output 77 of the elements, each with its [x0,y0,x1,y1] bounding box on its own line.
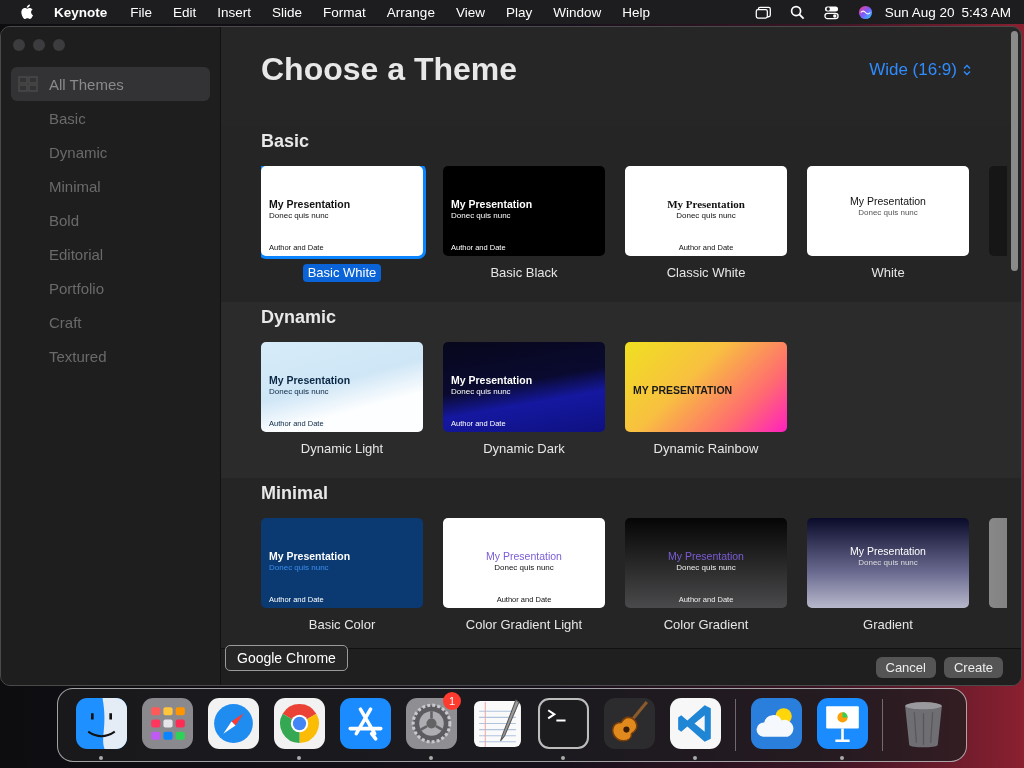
create-button[interactable]: Create [943,656,1003,678]
theme-thumbnail[interactable]: MY PRESENTATION [622,342,790,435]
slide-title: My Presentation [850,545,926,557]
theme-name[interactable]: Classic White [661,264,751,282]
slide-subtitle: Donec quis nunc [858,558,918,567]
slide-subtitle: Donec quis nunc [494,563,554,572]
menu-item[interactable]: Insert [217,4,252,20]
slide-title: MY PRESENTATION [633,383,734,396]
menu-item[interactable]: Edit [173,4,197,20]
menu-item[interactable]: Format [323,4,366,20]
section-heading: Dynamic [261,306,338,328]
presentation-icon[interactable] [816,698,868,749]
theme-name[interactable]: Color Gradient Light [460,616,588,634]
slide-subtitle: Donec quis nunc [451,387,512,396]
theme-name[interactable]: Gradient [858,616,918,634]
slide-subtitle: Donec quis nunc [676,211,736,220]
slide-title: My Presentation [269,550,352,562]
code-editor-icon[interactable] [669,698,721,749]
slide-subtitle: Donec quis nunc [269,563,330,572]
app-grid-icon[interactable] [141,698,193,749]
window-title: Choose a Theme [261,51,518,88]
menu-item[interactable]: Window [553,4,602,20]
menu-bar-date[interactable]: Sun Aug 20 [884,4,955,20]
menu-bar-time[interactable]: 5:43 AM [961,4,1011,20]
menu-item[interactable]: Arrange [386,4,435,20]
slide-subtitle: Donec quis nunc [269,387,330,396]
app-menu[interactable]: Keynote [54,4,108,20]
weather-icon[interactable] [750,698,802,749]
apple-icon[interactable] [20,4,33,20]
menu-item[interactable]: Play [505,4,533,20]
menu-item[interactable]: File [130,4,153,20]
sidebar-item[interactable]: All Themes [11,67,210,101]
slide-subtitle: Donec quis nunc [858,208,918,217]
theme-name[interactable]: Dynamic Rainbow [648,440,764,458]
theme-thumbnail[interactable]: My Presentation Donec quis nunc [804,166,972,259]
theme-name[interactable]: Basic White [302,264,382,282]
slide-subtitle: Donec quis nunc [451,211,512,220]
theme-name[interactable]: Basic Black [485,264,563,282]
siri-icon[interactable] [856,4,874,20]
theme-name[interactable]: Basic Color [303,616,381,634]
slide-title: My Presentation [269,198,352,210]
slide-title: My Presentation [269,374,352,386]
theme-thumbnail[interactable]: My Presentation Donec quis nunc [804,518,972,611]
slide-title: My Presentation [668,550,744,562]
slide-size-menu[interactable]: Wide (16:9) [869,59,971,80]
slide-subtitle: Donec quis nunc [269,211,330,220]
menu-item[interactable]: Help [622,4,650,20]
theme-name[interactable]: Color Gradient [658,616,754,634]
slide-title: My Presentation [486,550,562,562]
search-icon[interactable] [788,4,806,20]
section-heading: Minimal [261,482,329,504]
compass-icon[interactable] [207,698,259,749]
slide-title: My Presentation [451,374,534,386]
menu-item[interactable]: Slide [272,4,303,20]
scrollbar-thumb[interactable] [1011,31,1018,271]
control-center-icon[interactable] [822,4,840,20]
theme-name[interactable]: Dynamic Light [295,440,389,458]
theme-name[interactable]: Dynamic Dark [478,440,570,458]
smiley-icon[interactable] [75,698,127,749]
section-heading: Basic [261,130,311,152]
gear-icon[interactable] [405,698,457,749]
tooltip: Google Chrome [225,645,348,671]
windows-icon[interactable] [754,4,772,20]
up-down-chevron-icon [963,63,971,76]
guitar-icon[interactable] [603,698,655,749]
theme-name[interactable]: White [866,264,910,282]
notification-badge: 1 [443,692,461,710]
cancel-button[interactable]: Cancel [875,656,936,678]
chrome-icon[interactable] [273,698,325,749]
menu-item[interactable]: View [455,4,485,20]
app-store-icon[interactable] [339,698,391,749]
slide-title: My Presentation [667,198,745,210]
slide-title: My Presentation [850,195,926,207]
slide-title: My Presentation [451,198,534,210]
terminal-icon[interactable] [537,698,589,749]
notepad-icon[interactable] [471,698,523,749]
slide-subtitle: Donec quis nunc [676,563,736,572]
